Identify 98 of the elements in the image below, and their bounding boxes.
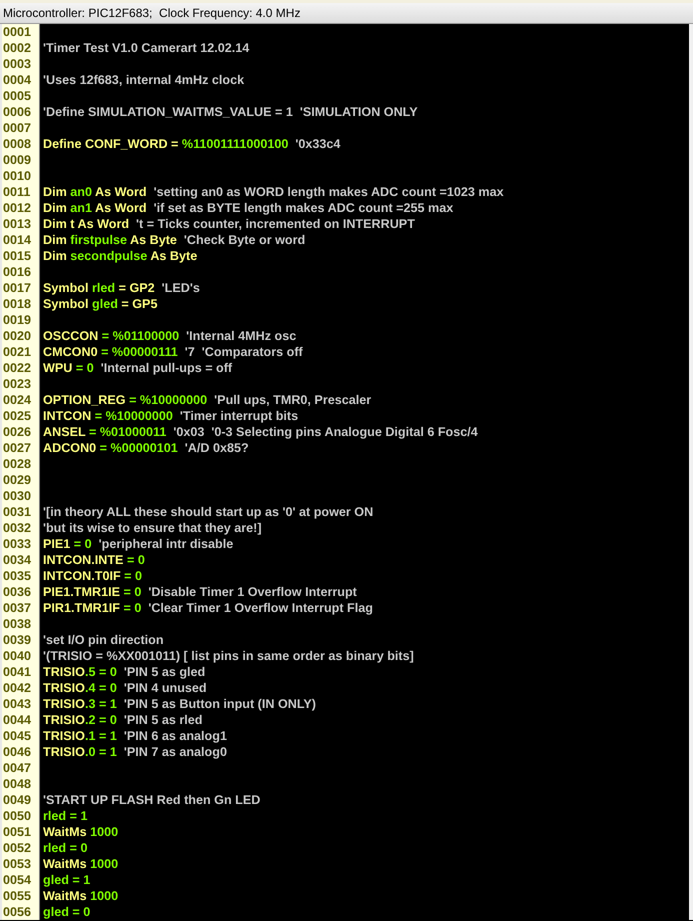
code-line: Symbol gled = GP5 xyxy=(43,296,158,312)
code-line: PIE1 = 0 'peripheral intr disable xyxy=(43,536,234,552)
line-number: 0034 xyxy=(2,552,32,568)
line-number: 0032 xyxy=(2,520,32,536)
line-number: 0040 xyxy=(2,648,32,664)
line-number: 0046 xyxy=(2,744,32,760)
code-line: INTCON = %10000000 'Timer interrupt bits xyxy=(43,408,298,424)
line-number: 0001 xyxy=(2,24,32,40)
line-number: 0020 xyxy=(2,328,32,344)
line-number: 0004 xyxy=(2,72,32,88)
line-number: 0023 xyxy=(2,376,32,392)
line-number: 0024 xyxy=(2,392,32,408)
line-number: 0019 xyxy=(2,312,32,328)
code-line: WaitMs 1000 xyxy=(43,824,118,840)
code-line: PIR1.TMR1IF = 0 'Clear Timer 1 Overflow Interrupt Flag xyxy=(43,600,373,616)
line-number: 0052 xyxy=(2,840,32,856)
code-line: CMCON0 = %00000111 '7 'Comparators off xyxy=(43,344,303,360)
line-number: 0022 xyxy=(2,360,32,376)
code-line: 'but its wise to ensure that they are!] xyxy=(43,520,262,536)
code-line: 'START UP FLASH Red then Gn LED xyxy=(43,792,260,808)
line-number: 0029 xyxy=(2,472,32,488)
line-number: 0021 xyxy=(2,344,32,360)
code-line: TRISIO.2 = 0 'PIN 5 as rled xyxy=(43,712,202,728)
line-number: 0038 xyxy=(2,616,32,632)
line-number: 0033 xyxy=(2,536,32,552)
line-number: 0053 xyxy=(2,856,32,872)
line-number: 0030 xyxy=(2,488,32,504)
code-line: '(TRISIO = %XX001011) [ list pins in same order as binary bits] xyxy=(43,648,414,664)
code-line: ADCON0 = %00000101 'A/D 0x85? xyxy=(43,440,249,456)
line-number: 0002 xyxy=(2,40,32,56)
line-number: 0027 xyxy=(2,440,32,456)
line-number: 0006 xyxy=(2,104,32,120)
line-number: 0014 xyxy=(2,232,32,248)
line-number: 0050 xyxy=(2,808,32,824)
line-number: 0011 xyxy=(2,184,30,200)
code-line: INTCON.T0IF = 0 xyxy=(43,568,142,584)
line-number: 0035 xyxy=(2,568,32,584)
line-number: 0044 xyxy=(2,712,32,728)
line-number: 0028 xyxy=(2,456,32,472)
code-line: Dim an0 As Word 'setting an0 as WORD length makes ADC count =1023 max xyxy=(43,184,504,200)
line-number: 0036 xyxy=(2,584,32,600)
line-number: 0026 xyxy=(2,424,32,440)
code-line: TRISIO.0 = 1 'PIN 7 as analog0 xyxy=(43,744,227,760)
line-number: 0012 xyxy=(2,200,32,216)
code-line: TRISIO.1 = 1 'PIN 6 as analog1 xyxy=(43,728,227,744)
line-number: 0016 xyxy=(2,264,32,280)
line-number: 0015 xyxy=(2,248,32,264)
line-number: 0049 xyxy=(2,792,32,808)
line-number: 0045 xyxy=(2,728,32,744)
line-number: 0009 xyxy=(2,152,32,168)
code-line: WaitMs 1000 xyxy=(43,856,118,872)
code-line: gled = 0 xyxy=(43,904,90,920)
line-number: 0056 xyxy=(2,904,32,920)
line-number: 0055 xyxy=(2,888,32,904)
code-line: 'set I/O pin direction xyxy=(43,632,164,648)
line-number: 0042 xyxy=(2,680,32,696)
line-number: 0025 xyxy=(2,408,32,424)
code-line: WaitMs 1000 xyxy=(43,888,118,904)
line-number: 0048 xyxy=(2,776,32,792)
code-line: WPU = 0 'Internal pull-ups = off xyxy=(43,360,232,376)
line-number: 0005 xyxy=(2,88,32,104)
code-line: TRISIO.3 = 1 'PIN 5 as Button input (IN ONLY) xyxy=(43,696,316,712)
code-line: PIE1.TMR1IE = 0 'Disable Timer 1 Overflow Interrupt xyxy=(43,584,357,600)
code-line: TRISIO.5 = 0 'PIN 5 as gled xyxy=(43,664,206,680)
line-number: 0017 xyxy=(2,280,32,296)
line-number: 0013 xyxy=(2,216,32,232)
line-number: 0043 xyxy=(2,696,32,712)
status-text: Microcontroller: PIC12F683; Clock Frequency: 4.0 MHz xyxy=(3,5,300,22)
line-number: 0010 xyxy=(2,168,32,184)
code-line: Dim secondpulse As Byte xyxy=(43,248,198,264)
code-line: '[in theory ALL these should start up as '0' at power ON xyxy=(43,504,374,520)
line-number: 0018 xyxy=(2,296,32,312)
code-line: rled = 1 xyxy=(43,808,88,824)
code-line: OPTION_REG = %10000000 'Pull ups, TMR0, Prescaler xyxy=(43,392,372,408)
code-line: TRISIO.4 = 0 'PIN 4 unused xyxy=(43,680,207,696)
code-line: ANSEL = %01000011 '0x03 '0-3 Selecting pins Analogue Digital 6 Fosc/4 xyxy=(43,424,478,440)
code-line: Symbol rled = GP2 'LED's xyxy=(43,280,200,296)
code-line: rled = 0 xyxy=(43,840,88,856)
line-number: 0031 xyxy=(2,504,32,520)
line-number: 0008 xyxy=(2,136,32,152)
code-line: 'Uses 12f683, internal 4mHz clock xyxy=(43,72,244,88)
code-line: 'Timer Test V1.0 Camerart 12.02.14 xyxy=(43,40,250,56)
code-line: gled = 1 xyxy=(43,872,90,888)
line-number: 0007 xyxy=(2,120,32,136)
line-number: 0039 xyxy=(2,632,32,648)
code-line: Dim t As Word 't = Ticks counter, incremented on INTERRUPT xyxy=(43,216,415,232)
line-number: 0041 xyxy=(2,664,32,680)
code-line: INTCON.INTE = 0 xyxy=(43,552,145,568)
code-line: Define CONF_WORD = %11001111000100 '0x33c4 xyxy=(43,136,340,152)
code-line: OSCCON = %01100000 'Internal 4MHz osc xyxy=(43,328,296,344)
code-line: 'Define SIMULATION_WAITMS_VALUE = 1 'SIMULATION ONLY xyxy=(43,104,418,120)
line-number: 0047 xyxy=(2,760,32,776)
line-number: 0051 xyxy=(2,824,32,840)
code-line: Dim an1 As Word 'if set as BYTE length makes ADC count =255 max xyxy=(43,200,454,216)
code-line: Dim firstpulse As Byte 'Check Byte or word xyxy=(43,232,306,248)
line-number: 0054 xyxy=(2,872,32,888)
line-number: 0003 xyxy=(2,56,32,72)
line-number: 0037 xyxy=(2,600,32,616)
